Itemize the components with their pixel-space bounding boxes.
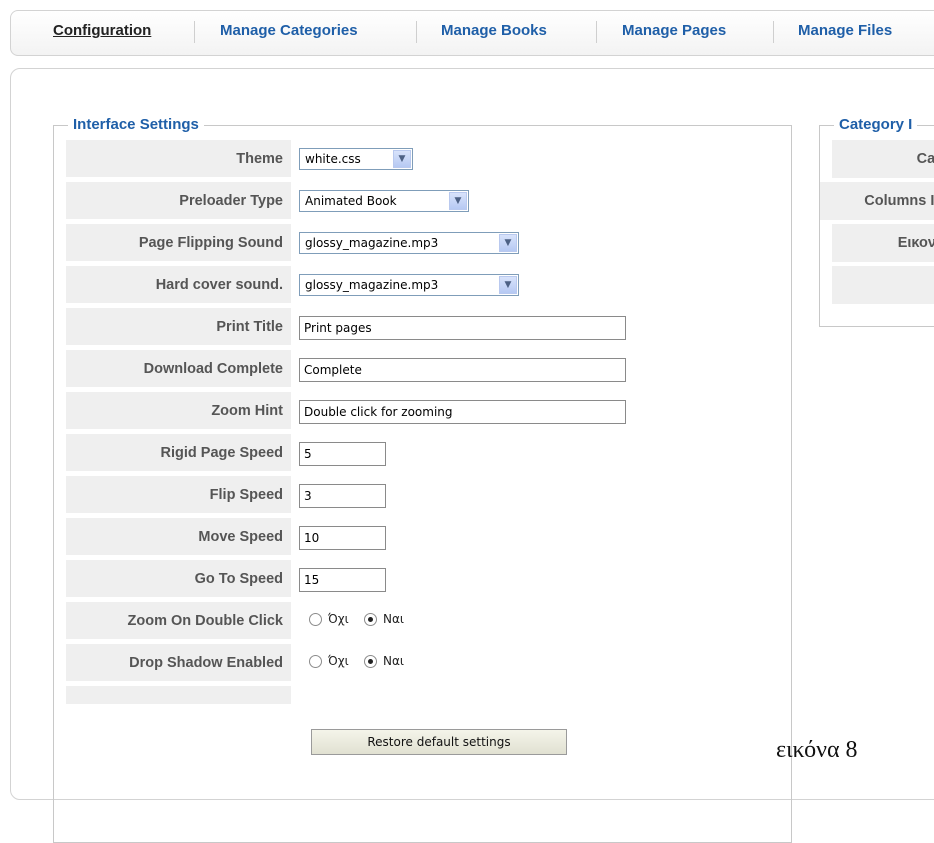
tab-configuration[interactable]: Configuration	[53, 22, 151, 39]
main-panel: Interface Settings Theme white.css ▼ Pre…	[10, 68, 934, 843]
move-speed-input[interactable]: 10	[299, 526, 386, 550]
tab-manage-pages[interactable]: Manage Pages	[622, 22, 726, 39]
zoom-hint-input[interactable]: Double click for zooming	[299, 400, 626, 424]
chevron-down-icon: ▼	[499, 276, 517, 294]
tab-divider	[416, 21, 417, 43]
move-speed-label: Move Speed	[66, 518, 291, 556]
flip-sound-label: Page Flipping Sound	[66, 224, 291, 262]
tab-manage-files[interactable]: Manage Files	[798, 22, 892, 39]
preloader-value: Animated Book	[305, 194, 397, 208]
rigid-speed-input[interactable]: 5	[299, 442, 386, 466]
print-title-input[interactable]: Print pages	[299, 316, 626, 340]
flip-sound-select[interactable]: glossy_magazine.mp3 ▼	[299, 232, 519, 254]
flip-speed-input[interactable]: 3	[299, 484, 386, 508]
hard-sound-select[interactable]: glossy_magazine.mp3 ▼	[299, 274, 519, 296]
figure-caption: εικόνα 8	[776, 737, 858, 763]
drop-shadow-no-radio[interactable]	[309, 655, 322, 668]
zoom-double-click-yes-label: Ναι	[383, 612, 404, 626]
drop-shadow-no-label: Όχι	[328, 654, 349, 668]
category-settings-legend: Category I	[834, 116, 918, 133]
theme-select[interactable]: white.css ▼	[299, 148, 413, 170]
preloader-label: Preloader Type	[66, 182, 291, 220]
tab-divider	[194, 21, 195, 43]
drop-shadow-yes-radio[interactable]	[364, 655, 377, 668]
drop-shadow-yes-label: Ναι	[383, 654, 404, 668]
label-column-filler	[66, 686, 291, 704]
zoom-hint-label: Zoom Hint	[66, 392, 291, 430]
restore-default-settings-button[interactable]: Restore default settings	[311, 729, 567, 755]
category-image-label: Εικονί	[832, 224, 934, 262]
chevron-down-icon: ▼	[449, 192, 467, 210]
zoom-double-click-no-label: Όχι	[328, 612, 349, 626]
rigid-speed-label: Rigid Page Speed	[66, 434, 291, 472]
download-complete-label: Download Complete	[66, 350, 291, 388]
tab-bar: Configuration Manage Categories Manage B…	[10, 10, 934, 56]
tab-manage-books[interactable]: Manage Books	[441, 22, 547, 39]
tab-manage-categories[interactable]: Manage Categories	[220, 22, 358, 39]
category-columns-label: Columns Ir	[820, 182, 934, 220]
category-row-label: Cat	[832, 140, 934, 178]
chevron-down-icon: ▼	[499, 234, 517, 252]
download-complete-input[interactable]: Complete	[299, 358, 626, 382]
category-empty-label	[832, 266, 934, 304]
flip-speed-label: Flip Speed	[66, 476, 291, 514]
chevron-down-icon: ▼	[393, 150, 411, 168]
flip-sound-value: glossy_magazine.mp3	[305, 236, 439, 250]
tab-divider	[773, 21, 774, 43]
preloader-select[interactable]: Animated Book ▼	[299, 190, 469, 212]
goto-speed-label: Go To Speed	[66, 560, 291, 598]
hard-sound-value: glossy_magazine.mp3	[305, 278, 439, 292]
category-settings-group: Category I Cat Columns Ir Εικονί	[819, 116, 934, 327]
drop-shadow-label: Drop Shadow Enabled	[66, 644, 291, 682]
theme-value: white.css	[305, 152, 361, 166]
zoom-double-click-label: Zoom On Double Click	[66, 602, 291, 640]
print-title-label: Print Title	[66, 308, 291, 346]
tab-divider	[596, 21, 597, 43]
interface-settings-legend: Interface Settings	[68, 116, 204, 133]
theme-label: Theme	[66, 140, 291, 178]
interface-settings-group: Interface Settings Theme white.css ▼ Pre…	[53, 116, 792, 843]
zoom-double-click-yes-radio[interactable]	[364, 613, 377, 626]
goto-speed-input[interactable]: 15	[299, 568, 386, 592]
hard-sound-label: Hard cover sound.	[66, 266, 291, 304]
zoom-double-click-no-radio[interactable]	[309, 613, 322, 626]
